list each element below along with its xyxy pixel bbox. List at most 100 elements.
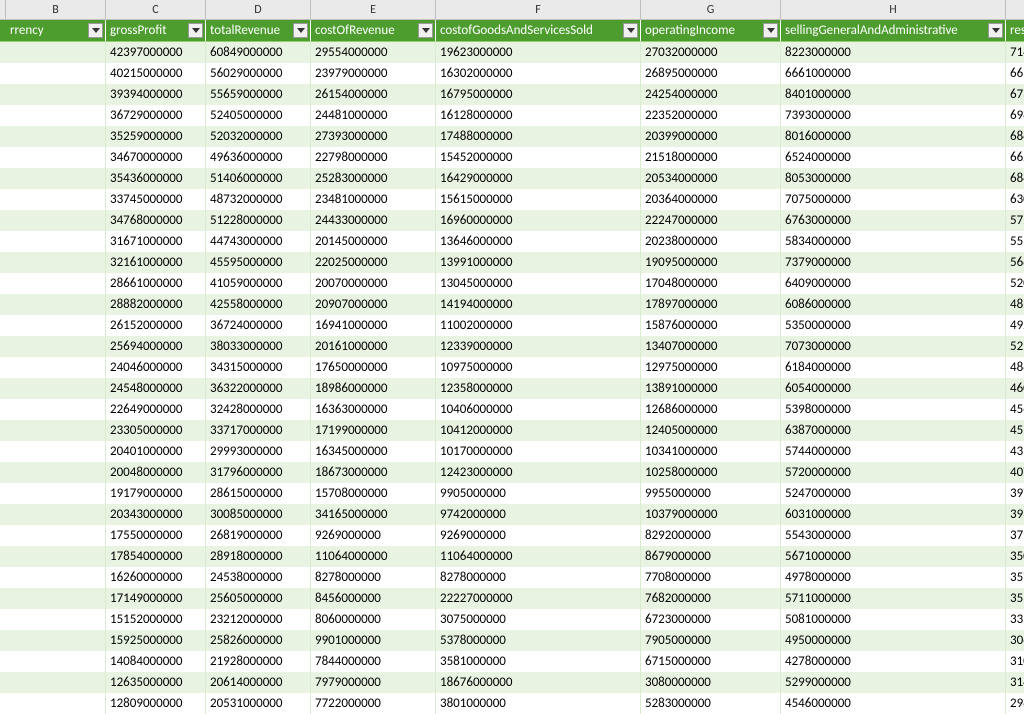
data-cell[interactable]: 52032000000 — [206, 126, 311, 147]
data-cell[interactable]: 25605000000 — [206, 588, 311, 609]
data-cell[interactable]: 31060000 — [1006, 651, 1024, 672]
data-cell[interactable]: 4546000000 — [781, 693, 1006, 714]
data-cell[interactable]: 10170000000 — [436, 441, 641, 462]
data-cell[interactable]: 15615000000 — [436, 189, 641, 210]
data-cell[interactable]: 44743000000 — [206, 231, 311, 252]
data-cell[interactable] — [6, 630, 106, 651]
data-cell[interactable]: 14194000000 — [436, 294, 641, 315]
data-cell[interactable]: 23212000000 — [206, 609, 311, 630]
data-cell[interactable]: 6409000000 — [781, 273, 1006, 294]
data-cell[interactable]: 33550000 — [1006, 609, 1024, 630]
table-header-cell[interactable]: sellingGeneralAndAdministrative — [781, 20, 1006, 42]
data-cell[interactable]: 7075000000 — [781, 189, 1006, 210]
data-cell[interactable]: 42397000000 — [106, 42, 206, 63]
data-cell[interactable]: 51228000000 — [206, 210, 311, 231]
data-cell[interactable]: 35436000000 — [106, 168, 206, 189]
data-cell[interactable]: 48870000 — [1006, 357, 1024, 378]
data-cell[interactable]: 8223000000 — [781, 42, 1006, 63]
data-cell[interactable] — [6, 441, 106, 462]
data-cell[interactable]: 22798000000 — [311, 147, 436, 168]
data-cell[interactable]: 48732000000 — [206, 189, 311, 210]
data-cell[interactable]: 5744000000 — [781, 441, 1006, 462]
data-cell[interactable]: 35140000 — [1006, 588, 1024, 609]
data-cell[interactable]: 17149000000 — [106, 588, 206, 609]
data-cell[interactable]: 22352000000 — [641, 105, 781, 126]
data-cell[interactable]: 6086000000 — [781, 294, 1006, 315]
data-cell[interactable]: 17854000000 — [106, 546, 206, 567]
data-cell[interactable]: 10406000000 — [436, 399, 641, 420]
data-cell[interactable]: 29800000 — [1006, 693, 1024, 714]
data-cell[interactable]: 9955000000 — [641, 483, 781, 504]
data-cell[interactable] — [6, 504, 106, 525]
data-cell[interactable]: 60849000000 — [206, 42, 311, 63]
data-cell[interactable]: 24433000000 — [311, 210, 436, 231]
data-cell[interactable]: 45595000000 — [206, 252, 311, 273]
data-cell[interactable]: 10341000000 — [641, 441, 781, 462]
data-cell[interactable]: 6715000000 — [641, 651, 781, 672]
data-cell[interactable]: 55990000 — [1006, 231, 1024, 252]
data-cell[interactable]: 42558000000 — [206, 294, 311, 315]
data-cell[interactable]: 5543000000 — [781, 525, 1006, 546]
column-header[interactable]: I — [1006, 0, 1024, 20]
table-header-cell[interactable]: costOfRevenue — [311, 20, 436, 42]
data-cell[interactable]: 20531000000 — [206, 693, 311, 714]
filter-dropdown-button[interactable] — [88, 23, 103, 38]
data-cell[interactable]: 16345000000 — [311, 441, 436, 462]
data-cell[interactable]: 57580000 — [1006, 210, 1024, 231]
data-cell[interactable] — [6, 231, 106, 252]
data-cell[interactable]: 6031000000 — [781, 504, 1006, 525]
data-cell[interactable]: 71420000 — [1006, 42, 1024, 63]
data-cell[interactable]: 20907000000 — [311, 294, 436, 315]
data-cell[interactable]: 20364000000 — [641, 189, 781, 210]
data-cell[interactable]: 5299000000 — [781, 672, 1006, 693]
data-cell[interactable]: 24538000000 — [206, 567, 311, 588]
data-cell[interactable]: 66590000 — [1006, 63, 1024, 84]
data-cell[interactable]: 39394000000 — [106, 84, 206, 105]
table-header-cell[interactable]: costofGoodsAndServicesSold — [436, 20, 641, 42]
data-cell[interactable]: 5671000000 — [781, 546, 1006, 567]
data-cell[interactable]: 20238000000 — [641, 231, 781, 252]
data-cell[interactable]: 56029000000 — [206, 63, 311, 84]
data-cell[interactable]: 16960000000 — [436, 210, 641, 231]
data-cell[interactable]: 12339000000 — [436, 336, 641, 357]
data-cell[interactable]: 15925000000 — [106, 630, 206, 651]
data-cell[interactable] — [6, 378, 106, 399]
data-cell[interactable] — [6, 336, 106, 357]
data-cell[interactable]: 16363000000 — [311, 399, 436, 420]
data-cell[interactable]: 7073000000 — [781, 336, 1006, 357]
filter-dropdown-button[interactable] — [418, 23, 433, 38]
filter-dropdown-button[interactable] — [623, 23, 638, 38]
column-header[interactable]: B — [6, 0, 106, 20]
data-cell[interactable] — [6, 252, 106, 273]
data-cell[interactable]: 16795000000 — [436, 84, 641, 105]
column-header[interactable]: D — [206, 0, 311, 20]
data-cell[interactable]: 56870000 — [1006, 252, 1024, 273]
data-cell[interactable]: 8278000000 — [436, 567, 641, 588]
data-cell[interactable]: 24254000000 — [641, 84, 781, 105]
data-cell[interactable]: 12975000000 — [641, 357, 781, 378]
data-cell[interactable]: 16429000000 — [436, 168, 641, 189]
data-cell[interactable]: 20614000000 — [206, 672, 311, 693]
data-cell[interactable]: 67390000 — [1006, 84, 1024, 105]
data-cell[interactable]: 40215000000 — [106, 63, 206, 84]
data-cell[interactable]: 12686000000 — [641, 399, 781, 420]
data-cell[interactable]: 7844000000 — [311, 651, 436, 672]
data-cell[interactable]: 5081000000 — [781, 609, 1006, 630]
data-cell[interactable]: 7722000000 — [311, 693, 436, 714]
data-cell[interactable]: 15708000000 — [311, 483, 436, 504]
data-cell[interactable]: 20399000000 — [641, 126, 781, 147]
data-cell[interactable]: 28918000000 — [206, 546, 311, 567]
data-cell[interactable]: 7393000000 — [781, 105, 1006, 126]
data-cell[interactable] — [6, 399, 106, 420]
data-cell[interactable] — [6, 147, 106, 168]
data-cell[interactable]: 18676000000 — [436, 672, 641, 693]
data-cell[interactable]: 5720000000 — [781, 462, 1006, 483]
data-cell[interactable]: 32428000000 — [206, 399, 311, 420]
data-cell[interactable]: 46030000 — [1006, 378, 1024, 399]
data-cell[interactable]: 13991000000 — [436, 252, 641, 273]
data-cell[interactable]: 36322000000 — [206, 378, 311, 399]
data-cell[interactable]: 5350000000 — [781, 315, 1006, 336]
data-cell[interactable]: 15452000000 — [436, 147, 641, 168]
data-cell[interactable]: 6054000000 — [781, 378, 1006, 399]
data-cell[interactable] — [6, 609, 106, 630]
